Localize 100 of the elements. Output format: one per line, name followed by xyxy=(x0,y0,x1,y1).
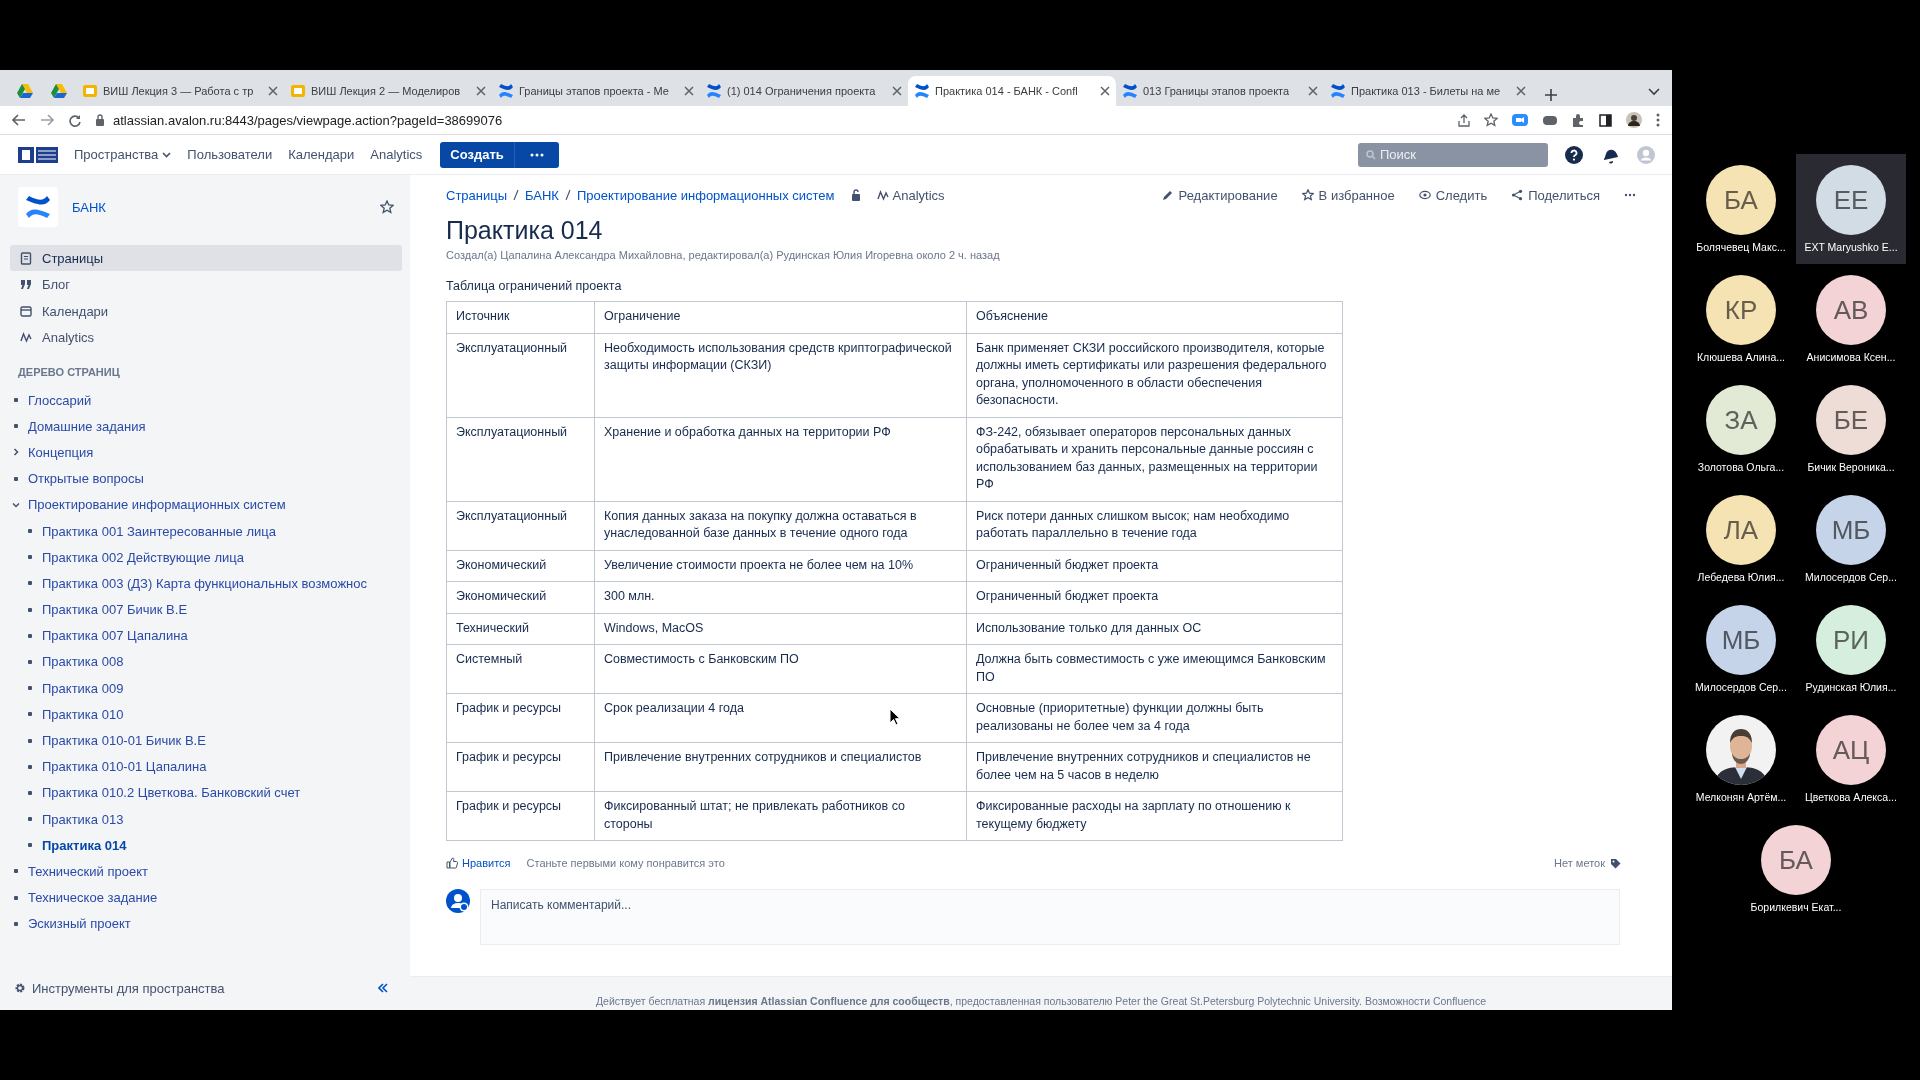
star-icon[interactable] xyxy=(1484,113,1498,127)
bullet-icon xyxy=(14,921,18,926)
page-tree-item[interactable]: Техническое задание xyxy=(28,890,158,906)
address-field[interactable]: atlassian.avalon.ru:8443/pages/viewpage.action?pageId=38699076 xyxy=(113,112,503,128)
page-tree-item[interactable]: Практика 008 xyxy=(42,654,124,670)
close-icon[interactable] xyxy=(892,86,902,96)
sidebar-nav-item[interactable]: Блог xyxy=(10,271,402,298)
page-tree-item[interactable]: Практика 002 Действующие лица xyxy=(42,549,244,565)
sidebar-nav-item[interactable]: Страницы xyxy=(10,245,402,271)
participant-name: Милосердов Сер... xyxy=(1805,571,1897,583)
bullet-icon xyxy=(28,555,32,560)
column-header: Объяснение xyxy=(966,301,1343,333)
share-icon[interactable] xyxy=(1458,113,1470,127)
more-button[interactable] xyxy=(513,141,559,168)
like-button[interactable]: Нравится xyxy=(446,857,511,869)
close-icon[interactable] xyxy=(268,86,278,96)
close-icon[interactable] xyxy=(1308,86,1318,96)
browser-tab[interactable]: ВИШ Лекция 3 — Работа с тр xyxy=(76,76,284,106)
page-tree-item[interactable]: Открытые вопросы xyxy=(28,471,144,487)
sidebar-nav-item[interactable]: Analytics xyxy=(10,324,402,351)
participant-avatar: БА xyxy=(1706,165,1776,235)
nav-item[interactable]: Пользователи xyxy=(187,147,273,162)
logo-icon[interactable] xyxy=(18,145,58,164)
drive-icon xyxy=(17,83,33,99)
page-tree-item[interactable]: Практика 010-01 Бичик В.Е xyxy=(42,733,206,749)
page-tree-item[interactable]: Проектирование информационных систем xyxy=(28,497,286,513)
close-icon[interactable] xyxy=(684,86,694,96)
participant-avatar: БЕ xyxy=(1816,385,1886,455)
bullet-icon xyxy=(28,712,32,717)
new-tab-icon[interactable] xyxy=(1544,88,1558,102)
browser-tab[interactable]: Практика 014 - БАНК - Confl xyxy=(908,76,1116,106)
page-action-button[interactable]: В избранное xyxy=(1301,187,1395,203)
page-tree-item[interactable]: Практика 010.2 Цветкова. Банковский счет xyxy=(42,785,301,801)
browser-tab[interactable]: (1) 014 Ограничения проекта xyxy=(700,76,908,106)
page-tree-item[interactable]: Практика 003 (ДЗ) Карта функциональных возможнос xyxy=(42,575,367,591)
nav-item[interactable]: Календари xyxy=(288,147,355,162)
camera-icon[interactable] xyxy=(1512,113,1528,127)
breadcrumb-link[interactable]: Страницы xyxy=(446,187,508,203)
page-title: Практика 014 xyxy=(446,216,604,245)
labels-link[interactable]: Нет меток xyxy=(1554,857,1621,869)
breadcrumb-link[interactable]: БАНК xyxy=(525,187,559,203)
more-icon[interactable] xyxy=(1624,193,1636,197)
space-tools-link[interactable]: Инструменты для пространства xyxy=(14,980,225,996)
close-icon[interactable] xyxy=(476,86,486,96)
help-icon[interactable] xyxy=(1564,144,1584,165)
browser-tab[interactable]: 013 Границы этапов проекта xyxy=(1116,76,1324,106)
collapse-icon[interactable] xyxy=(378,983,388,993)
page-tree-item[interactable]: Практика 010 xyxy=(42,706,124,722)
close-icon[interactable] xyxy=(1100,86,1110,96)
chevron-down-icon[interactable] xyxy=(162,151,172,158)
confluence-icon xyxy=(1122,83,1138,99)
more-icon[interactable] xyxy=(529,152,544,157)
reload-icon[interactable] xyxy=(68,113,81,127)
page-tree-item[interactable]: Практика 010-01 Цапалина xyxy=(42,759,207,775)
sidebar-nav-item[interactable]: Календари xyxy=(10,298,402,324)
page-tree-item[interactable]: Эскизный проект xyxy=(28,916,131,932)
back-icon[interactable] xyxy=(12,114,26,126)
page-action-button[interactable]: Редактирование xyxy=(1161,187,1278,203)
tab-title: Практика 014 - БАНК - Confl xyxy=(935,85,1079,97)
browser-tab[interactable]: Практика 013 - Билеты на ме xyxy=(1324,76,1532,106)
page-tree-item[interactable]: Практика 014 xyxy=(42,837,127,853)
nav-item[interactable]: Пространства xyxy=(74,147,172,162)
page-tree-item[interactable]: Практика 007 Бичик В.Е xyxy=(42,602,188,618)
search-field[interactable]: Поиск xyxy=(1358,142,1548,167)
participant-name: Анисимова Ксен... xyxy=(1806,351,1896,363)
create-button[interactable]: Создать xyxy=(440,141,514,168)
page-tree-item[interactable]: Практика 001 Заинтересованные лица xyxy=(42,523,276,539)
page-tree-item[interactable]: Домашние задания xyxy=(28,418,146,434)
extension-icon[interactable] xyxy=(1542,114,1558,126)
lock-icon[interactable] xyxy=(850,189,861,201)
space-name-link[interactable]: БАНК xyxy=(72,199,366,215)
page-tree-item[interactable]: Практика 007 Цапалина xyxy=(42,628,188,644)
participant-name: Милосердов Сер... xyxy=(1695,681,1787,693)
comment-field[interactable]: Написать комментарий... xyxy=(480,889,1620,945)
page-tree-item[interactable]: Концепция xyxy=(28,444,94,460)
browser-tab[interactable]: ВИШ Лекция 2 — Моделиров xyxy=(284,76,492,106)
breadcrumb-link[interactable]: Проектирование информационных систем xyxy=(576,187,835,203)
participant-avatar: БА xyxy=(1761,825,1831,895)
menu-icon[interactable] xyxy=(1656,113,1660,127)
chevron-down-icon[interactable] xyxy=(1648,88,1660,96)
page-action-button[interactable]: Поделиться xyxy=(1511,187,1600,203)
forward-icon[interactable] xyxy=(40,114,54,126)
star-icon[interactable] xyxy=(380,200,394,214)
page-tree-item[interactable]: Технический проект xyxy=(28,863,148,879)
browser-tab[interactable]: Границы этапов проекта - Ме xyxy=(492,76,700,106)
page-tree-item[interactable]: Практика 009 xyxy=(42,680,124,696)
close-icon[interactable] xyxy=(1516,86,1526,96)
page-tree-item[interactable]: Практика 013 xyxy=(42,811,124,827)
bullet-icon xyxy=(14,476,18,481)
sidebar-icon[interactable] xyxy=(1599,113,1612,127)
space-logo[interactable] xyxy=(18,187,58,227)
puzzle-icon[interactable] xyxy=(1572,113,1585,127)
analytics-link[interactable]: Analytics xyxy=(876,187,945,203)
participant-avatar: АЦ xyxy=(1816,715,1886,785)
page-action-button[interactable]: Следить xyxy=(1418,187,1488,203)
avatar-icon[interactable] xyxy=(1626,112,1642,128)
gear-icon xyxy=(14,982,26,994)
nav-item[interactable]: Analytics xyxy=(370,147,423,162)
page-tree-item[interactable]: Глоссарий xyxy=(28,392,92,408)
lock-icon xyxy=(95,114,105,126)
